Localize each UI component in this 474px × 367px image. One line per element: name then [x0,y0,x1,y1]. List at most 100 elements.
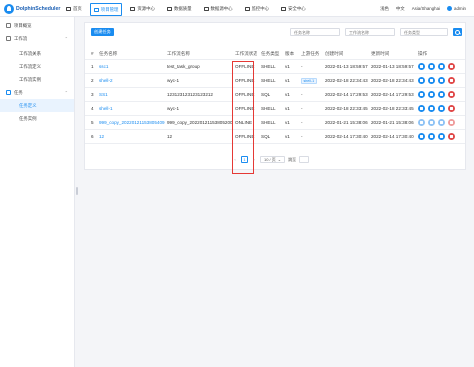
edit-icon[interactable] [418,119,425,126]
app-logo[interactable]: DolphinScheduler [4,3,60,14]
column-header: 工作流状态 [235,50,257,56]
nav-item-3[interactable]: 数据质量 [163,3,196,14]
cell-task[interactable]: ssc1 [99,60,165,73]
column-header: 上游任务 [301,50,320,56]
cell-updated: 2022-02-14 17:29:53 [371,92,414,97]
upstream-badge: shell-1 [301,77,317,84]
cell-type: SHELL [261,64,276,69]
delete-icon[interactable] [448,105,455,112]
delete-icon[interactable] [448,91,455,98]
version-icon[interactable] [438,91,445,98]
cell-status: ONLINE [235,120,253,125]
version-icon[interactable] [438,105,445,112]
edit-icon[interactable] [418,133,425,140]
move-icon[interactable] [428,133,435,140]
move-icon[interactable] [428,119,435,126]
cell-upstream: - [301,92,303,97]
user-menu[interactable]: admin [447,6,466,11]
edit-icon[interactable] [418,77,425,84]
nav-item-2[interactable]: 资源中心 [126,3,159,14]
nav-label: 安全中心 [288,5,306,11]
cell-workflow: 999_copy_20220121153805200 [167,120,232,125]
version-icon[interactable] [438,77,445,84]
cell-workflow: test_task_group [167,64,200,69]
cell-version: v1 [285,134,290,139]
sidebar-item-4[interactable]: 工作流实例 [0,73,74,86]
sidebar-item-label: 工作流关系 [19,50,41,56]
version-icon[interactable] [438,133,445,140]
table-row: 1 ssc1 test_task_group OFFLINE SHELL v1 - 2022-… [85,60,465,74]
chevron-down-icon: ⌄ [277,157,282,162]
cell-created: 2022-01-21 15:38:06 [325,120,368,125]
timezone-switch[interactable]: Asia/Shanghai [412,6,440,11]
next-page-button[interactable]: › [251,157,257,163]
cell-type: SQL [261,134,271,139]
task-type-filter[interactable] [400,28,448,36]
task-table: # 任务名称 工作流名称 工作流状态 任务类型 版本 上游任务 创建时间 更新时间 操作 1 ssc1… [85,48,465,144]
table-row: 2 shell-2 wyc-1 OFFLINE SHELL v1 shell-1 2022-0… [85,74,465,88]
dolphin-logo-icon [4,3,14,14]
edit-icon[interactable] [418,91,425,98]
nav-icon [244,6,250,11]
delete-icon[interactable] [448,133,455,140]
sidebar-item-0[interactable]: 项目概览 [0,19,74,32]
cell-no: 2 [91,78,94,83]
column-header: 任务类型 [261,50,280,56]
nav-item-0[interactable]: 首页 [62,3,86,14]
menu-icon [6,23,11,28]
nav-item-4[interactable]: 数据源中心 [200,3,237,14]
sidebar-item-3[interactable]: 工作流定义 [0,60,74,73]
create-task-button[interactable]: 创建任务 [91,28,114,36]
delete-icon[interactable] [448,119,455,126]
sidebar-item-5[interactable]: 任务 ⌃ [0,86,74,99]
pagination: ‹ 1 › 10 / 页 ⌄ 跳至 [232,156,310,163]
sidebar-item-6[interactable]: 任务定义 [0,99,74,112]
column-header: 创建时间 [325,50,344,56]
top-bar: DolphinScheduler 首页 项目管理 资源中心 数据质量 数据源中心 监控中心… [0,0,474,17]
delete-icon[interactable] [448,77,455,84]
main-nav: 首页 项目管理 资源中心 数据质量 数据源中心 监控中心 安全中心 [62,3,314,16]
sidebar-item-1[interactable]: 工作流 ⌃ [0,32,74,45]
sidebar-item-label: 任务定义 [19,102,37,108]
page-size-select[interactable]: 10 / 页 ⌄ [260,156,286,163]
cell-type: SHELL [261,106,276,111]
page-number[interactable]: 1 [241,156,248,163]
edit-icon[interactable] [418,63,425,70]
row-actions [418,130,463,143]
cell-no: 5 [91,120,94,125]
version-icon[interactable] [438,63,445,70]
jump-page-input[interactable] [299,156,310,163]
sidebar-collapse-handle[interactable] [76,187,78,195]
nav-item-1[interactable]: 项目管理 [89,3,123,16]
version-icon[interactable] [438,119,445,126]
cell-task[interactable]: shell-2 [99,74,165,87]
cell-task[interactable]: SS1 [99,88,165,101]
cell-task[interactable]: shell-1 [99,102,165,115]
theme-switch[interactable]: 浅色 [380,6,389,12]
sidebar-item-7[interactable]: 任务实例 [0,112,74,125]
move-icon[interactable] [428,91,435,98]
task-definition-panel: 创建任务 # 任务名称 工作流名称 工作流状态任务类型版本上游任务创建时间 更新时间 操作… [84,22,466,174]
nav-label: 资源中心 [137,5,155,11]
menu-icon [6,90,11,95]
sidebar-item-2[interactable]: 工作流关系 [0,47,74,60]
cell-upstream: shell-1 [301,74,325,87]
nav-icon [281,6,287,11]
cell-task[interactable]: 12 [99,130,165,143]
search-button[interactable] [453,28,462,36]
prev-page-button[interactable]: ‹ [232,157,238,163]
cell-upstream: - [301,120,303,125]
move-icon[interactable] [428,105,435,112]
cell-task[interactable]: 999_copy_20220121153805409 [99,116,165,129]
move-icon[interactable] [428,63,435,70]
nav-item-5[interactable]: 监控中心 [241,3,274,14]
column-header: 操作 [418,50,428,56]
page-size-value: 10 / 页 [264,156,276,162]
delete-icon[interactable] [448,63,455,70]
nav-item-6[interactable]: 安全中心 [277,3,310,14]
language-switch[interactable]: 中文 [396,6,405,12]
move-icon[interactable] [428,77,435,84]
edit-icon[interactable] [418,105,425,112]
workflow-name-filter[interactable] [345,28,395,36]
task-name-filter[interactable] [290,28,340,36]
